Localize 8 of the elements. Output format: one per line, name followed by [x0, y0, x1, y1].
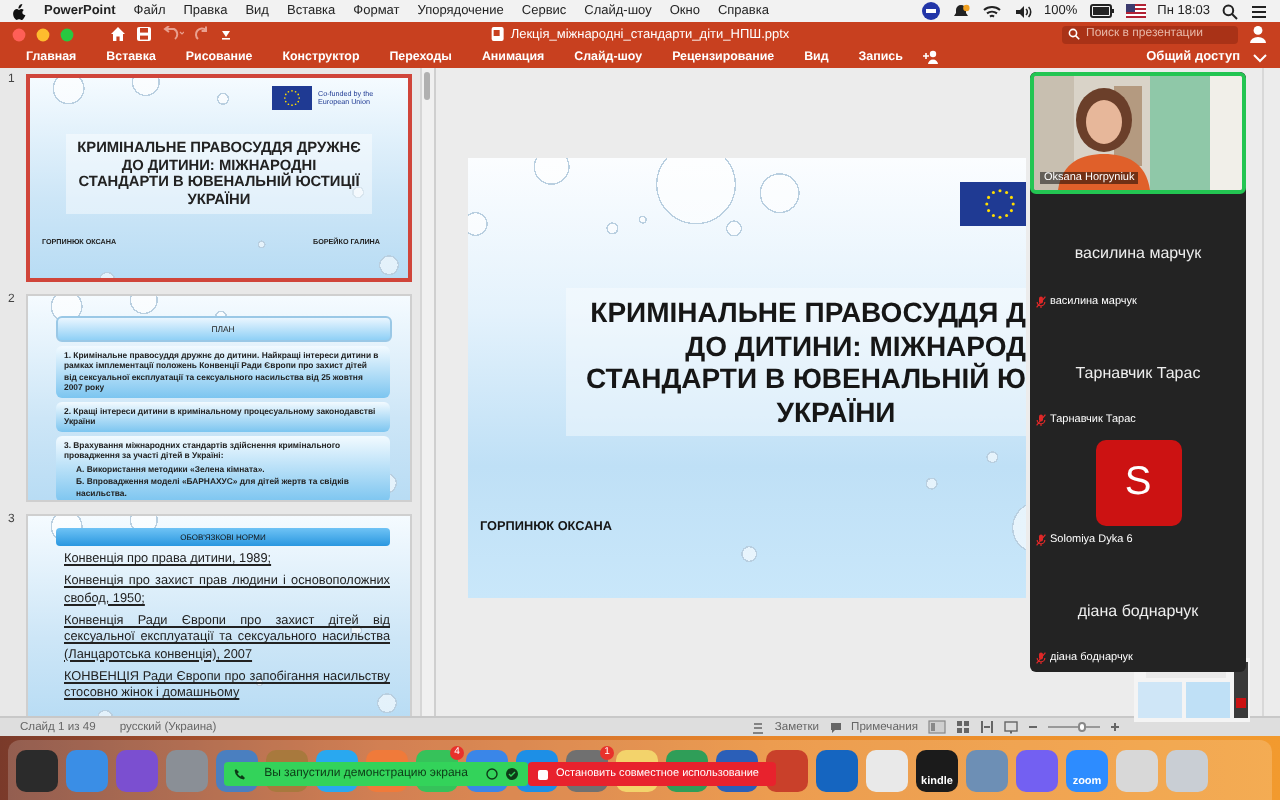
participant-avatar: S	[1095, 440, 1181, 527]
participant-display-name: Тарнавчик Тарас	[1075, 363, 1201, 382]
slide-title: КРИМІНАЛЬНЕ ПРАВОСУДДЯ Д	[590, 296, 1026, 330]
slide-title: ДО ДИТИНИ: МІЖНАРОД	[685, 329, 1026, 362]
slide-title: УКРАЇНИ	[774, 395, 896, 429]
participant-display-name: василина марчук	[1074, 244, 1202, 263]
slide-title: СТАНДАРТИ В ЮВЕНАЛЬНІЙ Ю	[586, 362, 1026, 396]
participant-display-name: діана боднарчук	[1077, 601, 1199, 620]
